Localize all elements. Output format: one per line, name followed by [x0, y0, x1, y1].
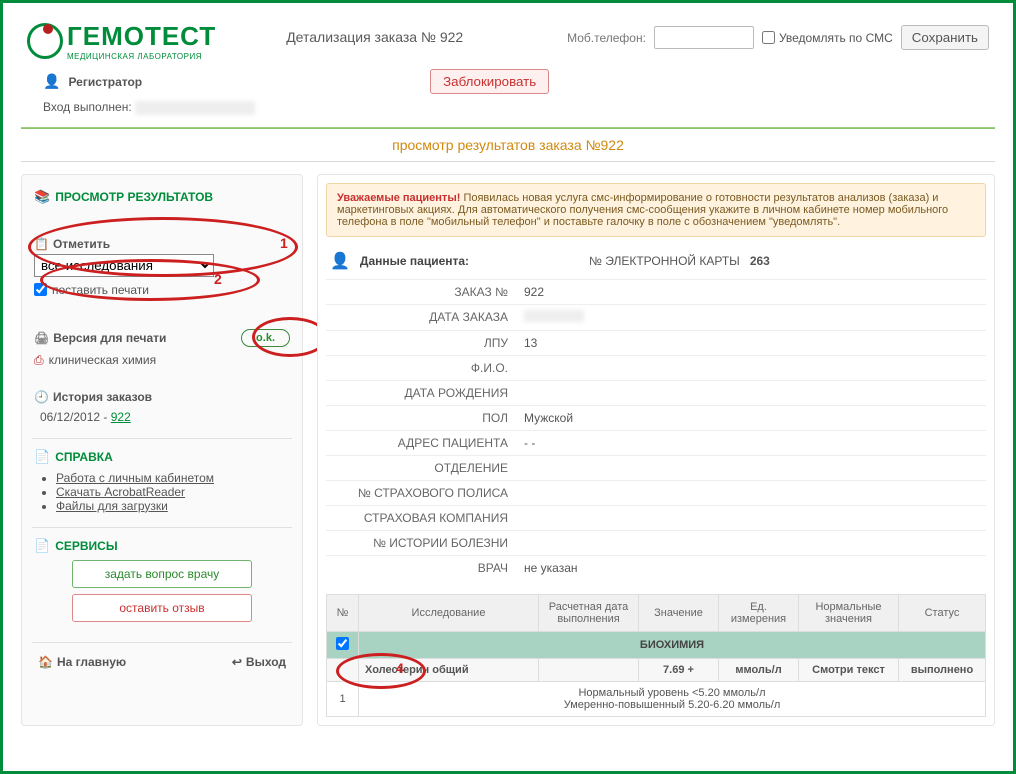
block-button[interactable]: Заблокировать: [430, 69, 549, 94]
group-checkbox[interactable]: [336, 637, 349, 650]
help-link-cabinet[interactable]: Работа с личным кабинетом: [56, 471, 214, 485]
select-all-tests[interactable]: все исследования: [34, 254, 214, 277]
help-link-acrobat[interactable]: Скачать AcrobatReader: [56, 485, 185, 499]
sidebar: 📚 ПРОСМОТР РЕЗУЛЬТАТОВ 📋 Отметить все иссл…: [21, 174, 303, 726]
ref-num: 1: [327, 681, 359, 716]
results-icon: 📚: [34, 189, 50, 205]
phone-input[interactable]: [654, 26, 754, 49]
home-link[interactable]: 🏠На главную: [38, 655, 126, 669]
feedback-button[interactable]: оставить отзыв: [72, 594, 252, 622]
phone-label: Моб.телефон:: [567, 31, 646, 45]
login-name-blurred: [135, 101, 255, 115]
logo: ГЕМОТЕСТ МЕДИЦИНСКАЯ ЛАБОРАТОРИЯ: [27, 21, 216, 61]
services-title: СЕРВИСЫ: [55, 539, 117, 553]
card-label: № ЭЛЕКТРОННОЙ КАРТЫ: [589, 254, 740, 268]
sms-checkbox[interactable]: [762, 31, 775, 44]
ask-doctor-button[interactable]: задать вопрос врачу: [72, 560, 252, 588]
clipboard-icon: 📋: [34, 237, 49, 251]
logo-subtext: МЕДИЦИНСКАЯ ЛАБОРАТОРИЯ: [67, 52, 216, 61]
pdf-icon: ⎙: [34, 353, 44, 368]
role-label: Регистратор: [68, 75, 142, 89]
patient-info-table: ЗАКАЗ №922 ДАТА ЗАКАЗА ЛПУ13 Ф.И.О. ДАТА…: [326, 279, 986, 580]
notice-lead: Уважаемые пациенты!: [337, 192, 460, 204]
notice-box: Уважаемые пациенты! Появилась новая услу…: [326, 183, 986, 237]
patient-label: Данные пациента:: [360, 254, 469, 268]
ref-text: Нормальный уровень <5.20 ммоль/л Умеренн…: [359, 681, 986, 716]
services-icon: 📄: [34, 538, 50, 554]
clock-icon: 🕘: [34, 390, 49, 404]
blurred-date: [524, 310, 584, 322]
sms-checkbox-row[interactable]: Уведомлять по СМС: [762, 31, 893, 45]
pdf-link[interactable]: клиническая химия: [49, 353, 157, 367]
logo-text: ГЕМОТЕСТ: [67, 21, 216, 52]
order-detail-title: Детализация заказа № 922: [286, 21, 463, 45]
logo-icon: [27, 23, 63, 59]
help-link-files[interactable]: Файлы для загрузки: [56, 499, 168, 513]
home-icon: 🏠: [38, 655, 53, 669]
result-row: Холестерин общий 7.69 + ммоль/л Смотри т…: [327, 658, 986, 681]
history-link[interactable]: 922: [111, 410, 131, 424]
view-bar-title: просмотр результатов заказа №922: [21, 129, 995, 162]
sms-label: Уведомлять по СМС: [779, 31, 893, 45]
print-title: Версия для печати: [53, 331, 166, 345]
group-title: БИОХИМИЯ: [359, 631, 986, 658]
login-prefix: Вход выполнен:: [43, 100, 132, 114]
save-button[interactable]: Сохранить: [901, 25, 989, 50]
card-value: 263: [750, 254, 770, 268]
results-title: ПРОСМОТР РЕЗУЛЬТАТОВ: [55, 190, 213, 204]
exit-link[interactable]: ↩Выход: [232, 655, 286, 669]
mark-title: Отметить: [53, 237, 110, 251]
patient-icon: 👤: [330, 251, 350, 271]
history-date: 06/12/2012 -: [40, 410, 111, 424]
stamp-checkbox[interactable]: [34, 283, 47, 296]
main-panel: Уважаемые пациенты! Появилась новая услу…: [317, 174, 995, 726]
print-icon: 🖨: [34, 331, 49, 345]
user-icon: 👤: [43, 73, 60, 90]
history-title: История заказов: [53, 390, 152, 404]
stamp-label: поставить печати: [52, 283, 149, 297]
help-title: СПРАВКА: [55, 450, 113, 464]
stamp-checkbox-row[interactable]: поставить печати: [34, 283, 290, 297]
help-icon: 📄: [34, 449, 50, 465]
results-table: № Исследование Расчетная дата выполнения…: [326, 594, 986, 717]
exit-icon: ↩: [232, 655, 242, 669]
ok-button[interactable]: o.k.: [241, 329, 290, 347]
